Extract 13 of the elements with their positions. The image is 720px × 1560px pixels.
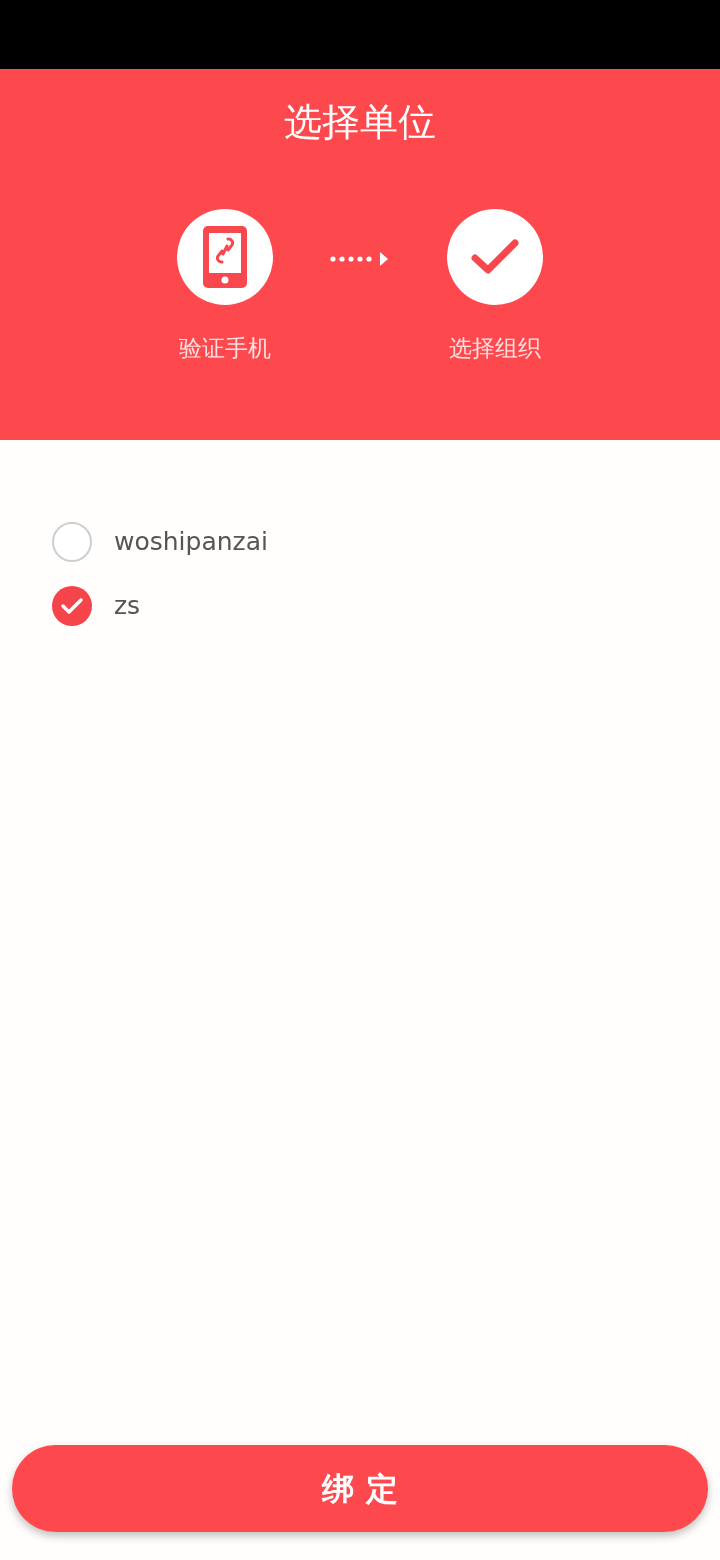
checked-radio[interactable] <box>52 586 92 626</box>
step-label: 验证手机 <box>179 334 271 363</box>
page-title: 选择单位 <box>284 99 436 145</box>
option-label: woshipanzai <box>114 526 268 558</box>
check-icon <box>470 238 520 276</box>
step-label: 选择组织 <box>449 334 541 363</box>
arrow-icon <box>330 251 390 267</box>
option-row[interactable]: woshipanzai <box>52 522 668 562</box>
phone-link-icon <box>201 224 249 290</box>
check-icon <box>60 597 84 615</box>
option-row[interactable]: zs <box>52 586 668 626</box>
option-label: zs <box>114 590 141 622</box>
radio-button[interactable] <box>52 522 92 562</box>
